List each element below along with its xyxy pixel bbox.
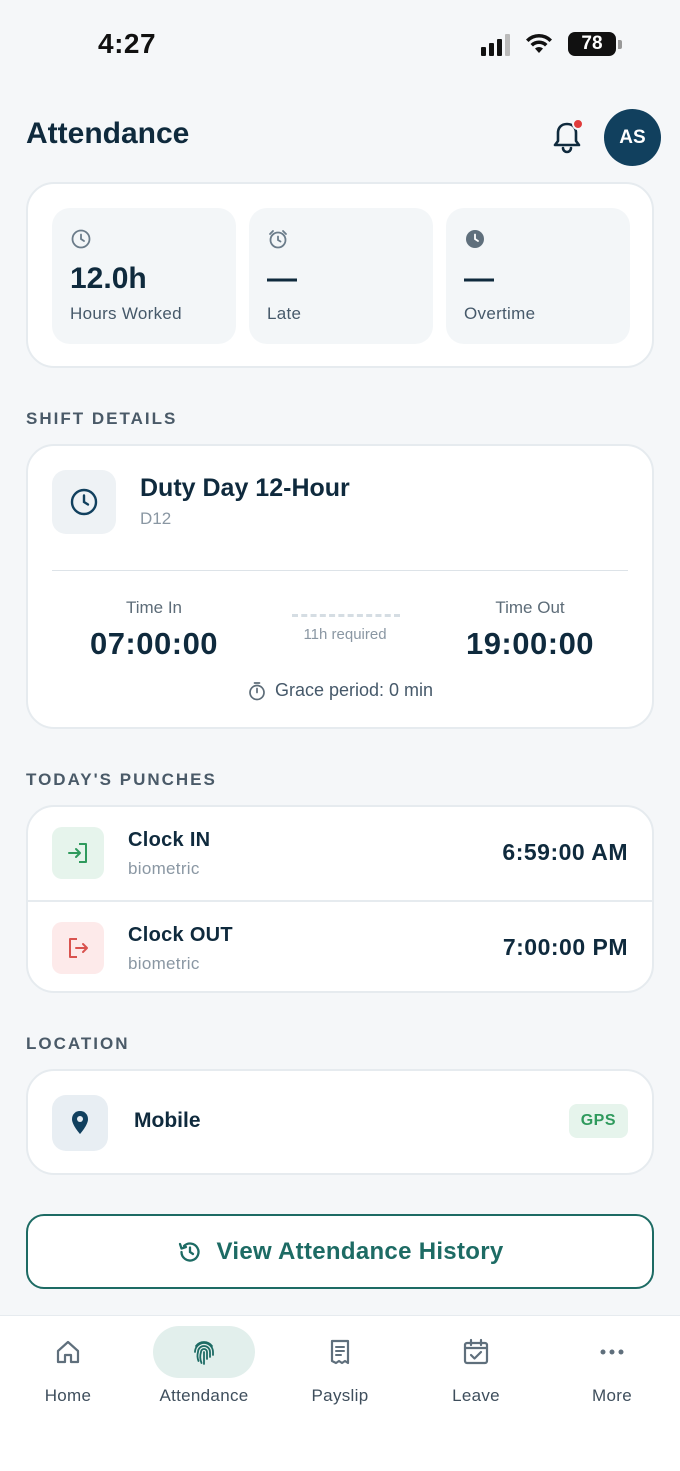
section-label-punches: TODAY'S PUNCHES [26,770,217,789]
stat-overtime: — Overtime [446,208,630,344]
nav-icon-wrap [17,1326,119,1378]
status-icons: 78 [481,32,622,56]
cellular-signal-icon [481,32,510,56]
punches-card: Clock IN biometric 6:59:00 AM Clock OUT … [26,805,654,993]
wifi-icon [526,33,552,53]
avatar[interactable]: AS [604,109,661,166]
punch-icon-box [52,827,104,879]
status-time: 4:27 [98,28,157,59]
login-icon [68,843,87,863]
stat-label: Hours Worked [70,304,182,323]
notification-dot [572,118,584,130]
stopwatch-icon [249,681,265,700]
more-icon [600,1349,624,1355]
summary-card: 12.0h Hours Worked — Late — Overtime [26,182,654,368]
history-button-label: View Attendance History [216,1237,504,1265]
nav-label: Attendance [159,1386,249,1405]
time-in-value: 07:00:00 [89,626,219,661]
divider [52,570,628,571]
home-icon [56,1340,80,1364]
clock-filled-icon [466,230,484,248]
nav-label: Home [44,1386,92,1405]
section-label-location: LOCATION [26,1034,130,1053]
location-name: Mobile [134,1109,201,1132]
stat-label: Late [267,304,302,323]
view-attendance-history-button[interactable]: View Attendance History [26,1214,654,1289]
time-out: Time Out 19:00:00 [430,598,630,662]
receipt-icon [330,1339,350,1365]
punch-title: Clock IN [128,829,211,851]
punch-time: 7:00:00 PM [502,934,628,960]
punch-method: biometric [128,954,200,973]
battery-cap [618,39,622,49]
nav-icon-wrap [153,1326,255,1378]
punch-title: Clock OUT [128,924,233,946]
map-pin-icon [72,1111,88,1134]
shift-icon-box [52,470,116,534]
nav-icon-wrap [289,1326,391,1378]
nav-icon-wrap [425,1326,527,1378]
battery-icon: 78 [568,32,616,56]
time-out-value: 19:00:00 [465,626,595,661]
grace-period-text: Grace period: 0 min [274,680,434,700]
logout-icon [69,938,88,958]
nav-item-more[interactable]: More [544,1316,680,1426]
bottom-nav: Home Attendance Payslip Leave More [0,1315,680,1471]
page-title: Attendance [26,117,190,150]
section-label-shift: SHIFT DETAILS [26,409,178,428]
punch-row-clock-out[interactable]: Clock OUT biometric 7:00:00 PM [28,900,652,991]
grace-period: Grace period: 0 min [28,680,652,701]
punch-time: 6:59:00 AM [502,839,628,865]
nav-item-payslip[interactable]: Payslip [272,1316,408,1426]
location-card: Mobile GPS [26,1069,654,1175]
shift-card: Duty Day 12-Hour D12 Time In 07:00:00 11… [26,444,654,729]
gps-badge: GPS [568,1104,628,1138]
status-bar: 4:27 78 [0,0,680,90]
alarm-icon [269,230,287,249]
duration-connector [292,614,400,617]
stat-value: — [267,262,297,295]
stat-hours-worked: 12.0h Hours Worked [52,208,236,344]
clock-icon [70,488,98,516]
nav-label: More [592,1386,632,1405]
clock-icon [71,229,91,249]
fingerprint-icon [194,1341,214,1365]
stat-value: 12.0h [70,262,147,295]
stat-label: Overtime [464,304,536,323]
stat-late: — Late [249,208,433,344]
time-in-label: Time In [125,598,183,617]
punch-row-clock-in[interactable]: Clock IN biometric 6:59:00 AM [28,807,652,900]
nav-item-attendance[interactable]: Attendance [136,1316,272,1426]
battery-level: 78 [581,33,603,54]
required-hours: 11h required [303,626,387,643]
history-icon [178,1241,200,1262]
location-icon-box [52,1095,108,1151]
shift-code: D12 [140,509,172,528]
stat-value: — [464,262,494,295]
punch-method: biometric [128,859,200,878]
nav-label: Leave [452,1386,500,1405]
calendar-check-icon [463,1338,489,1365]
time-in: Time In 07:00:00 [54,598,254,662]
nav-label: Payslip [311,1386,369,1405]
punch-icon-box [52,922,104,974]
nav-item-home[interactable]: Home [0,1316,136,1426]
nav-item-leave[interactable]: Leave [408,1316,544,1426]
shift-name: Duty Day 12-Hour [140,474,350,502]
time-out-label: Time Out [495,598,565,617]
nav-icon-wrap [561,1326,663,1378]
